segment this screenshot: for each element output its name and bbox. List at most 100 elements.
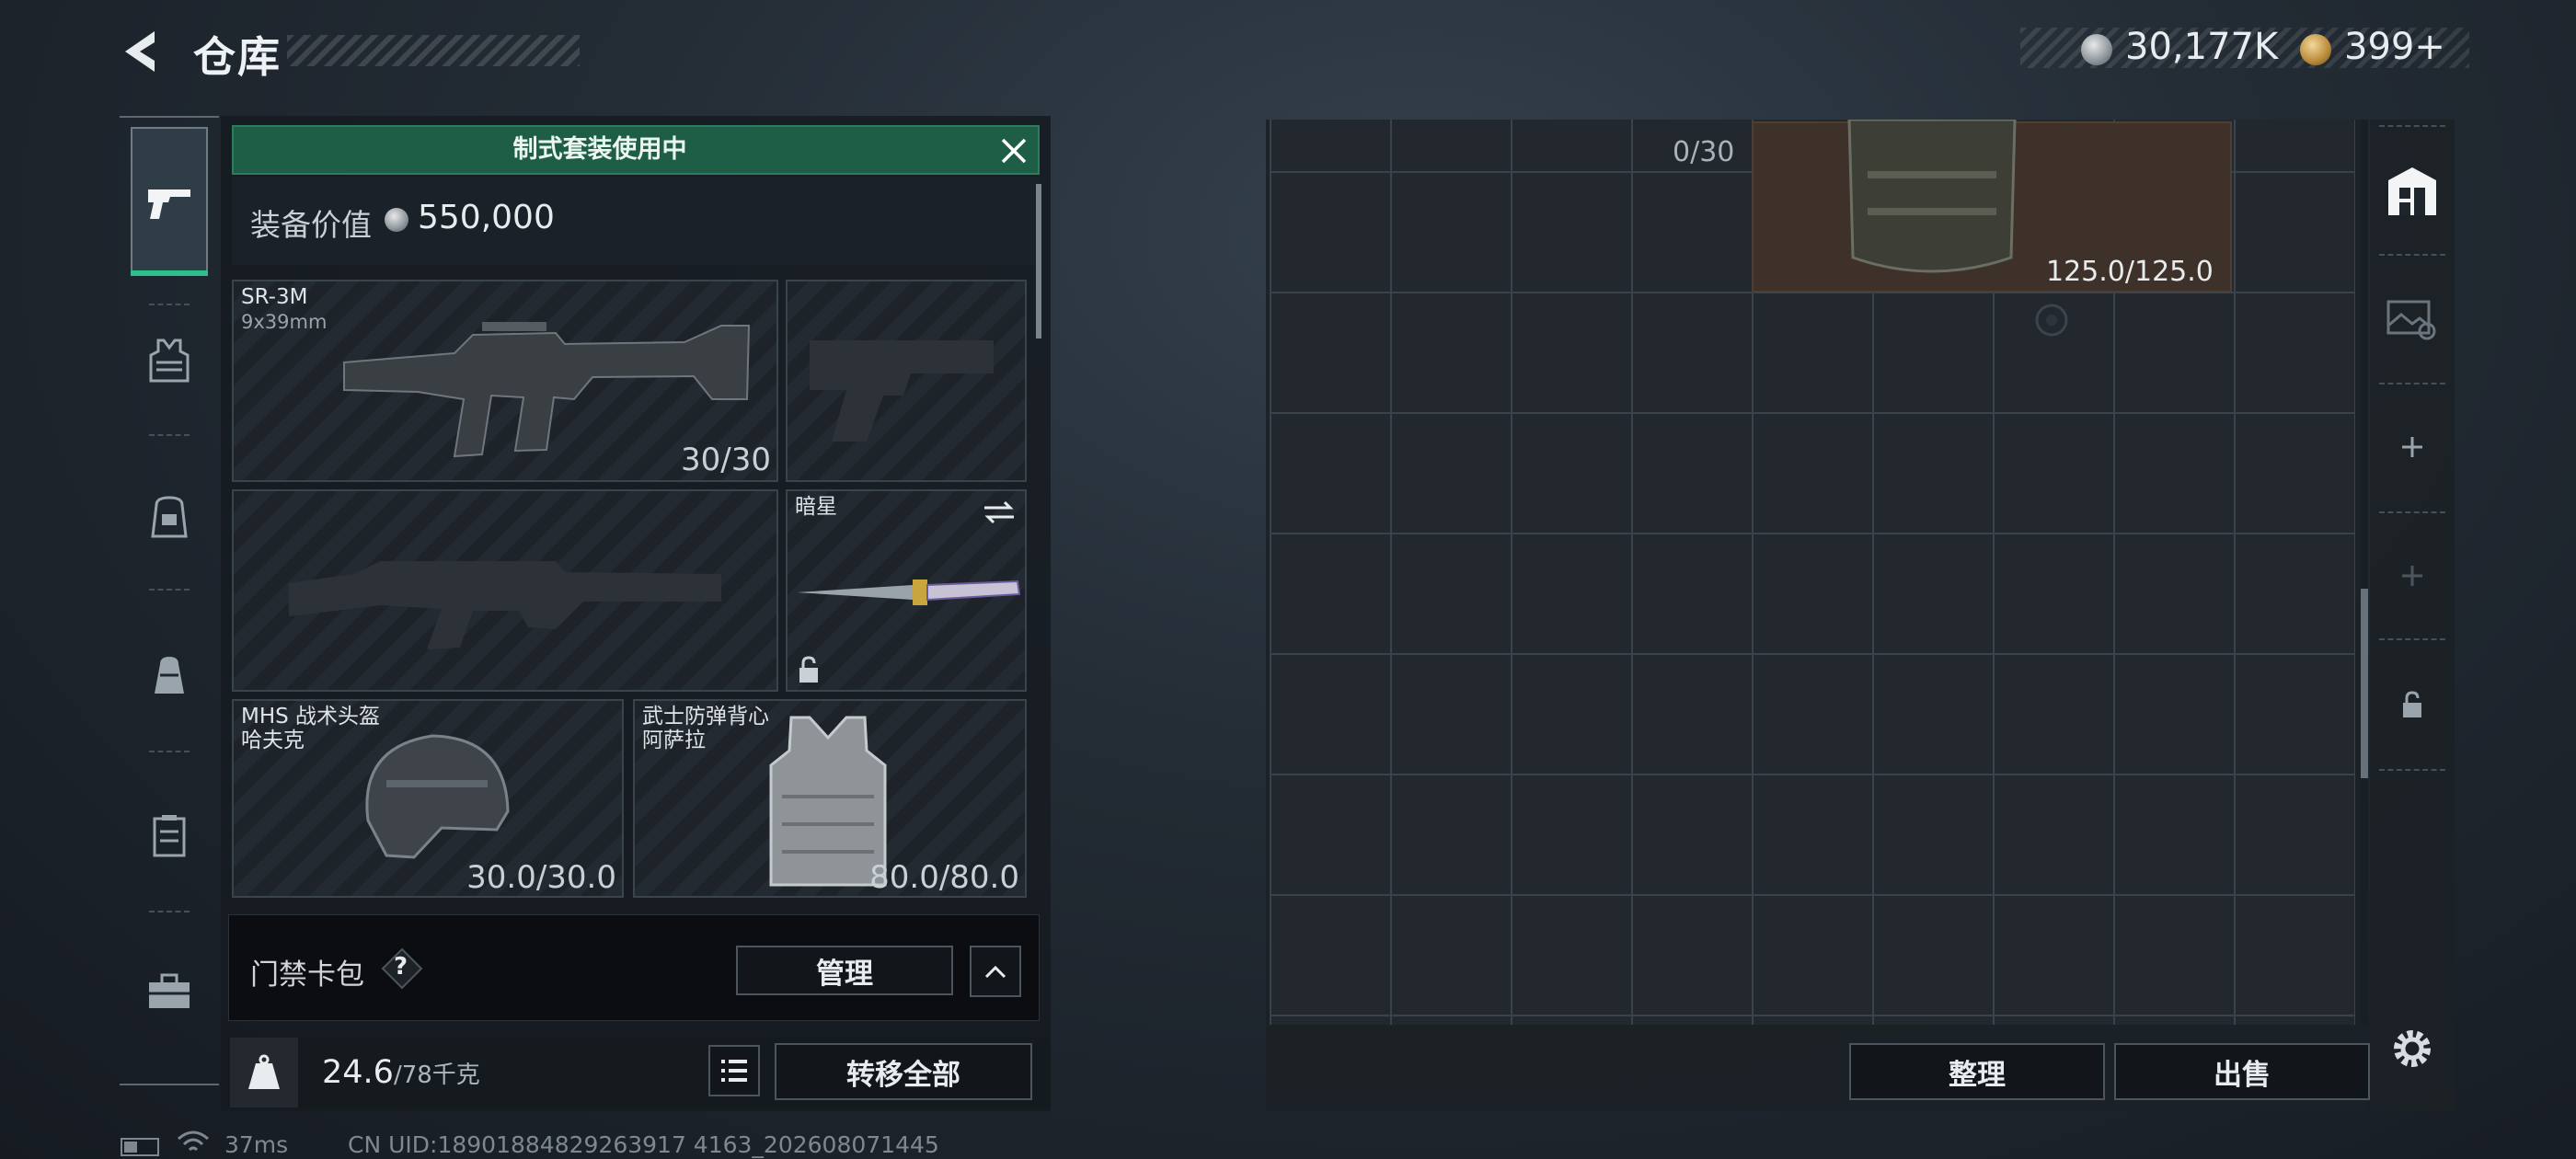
backpack-icon bbox=[155, 657, 184, 694]
preset-loadout-banner-text: 制式套装使用中 bbox=[512, 135, 687, 164]
sort-button[interactable]: 整理 bbox=[1849, 1043, 2105, 1100]
carry-weight-max: /78千克 bbox=[393, 1061, 480, 1089]
sell-button[interactable]: 出售 bbox=[2114, 1043, 2370, 1100]
manage-button[interactable]: 管理 bbox=[736, 946, 953, 995]
primary-weapon-ammo: 30/30 bbox=[681, 442, 771, 478]
silver-coin-icon bbox=[385, 208, 408, 232]
storage-item-count: 0/30 bbox=[1673, 136, 1735, 168]
help-button[interactable]: ? bbox=[381, 947, 423, 990]
wifi-icon bbox=[178, 1130, 209, 1152]
transfer-all-button[interactable]: 转移全部 bbox=[775, 1043, 1032, 1100]
collapse-button[interactable] bbox=[970, 946, 1021, 997]
gold-coin-icon bbox=[2300, 34, 2331, 65]
list-view-button[interactable] bbox=[708, 1045, 760, 1096]
storage-scrollbar[interactable] bbox=[2361, 589, 2368, 778]
helmet-image bbox=[365, 734, 510, 859]
rail-divider bbox=[2379, 511, 2445, 513]
sidearm-slot[interactable] bbox=[786, 280, 1027, 482]
helmet-durability: 30.0/30.0 bbox=[466, 859, 616, 896]
nav-divider bbox=[149, 911, 190, 912]
briefcase-icon bbox=[149, 973, 190, 1008]
gear-icon bbox=[2394, 1030, 2431, 1067]
equipment-value-label: 装备价值 bbox=[250, 207, 372, 243]
storage-tab-add-disabled[interactable] bbox=[2379, 543, 2445, 609]
nav-item-backpack[interactable] bbox=[131, 637, 208, 714]
helmet-slot[interactable]: MHS 战术头盔 哈夫克 30.0/30.0 bbox=[232, 699, 624, 898]
rail-divider bbox=[2379, 769, 2445, 771]
armor-variant: 阿萨拉 bbox=[642, 729, 706, 752]
nav-divider bbox=[149, 751, 190, 752]
backpack-rig-icon bbox=[151, 496, 188, 538]
primary-weapon-caliber: 9x39mm bbox=[241, 311, 328, 333]
storage-item-durability: 125.0/125.0 bbox=[2046, 256, 2214, 288]
nav-divider bbox=[149, 589, 190, 591]
battery-icon bbox=[121, 1138, 159, 1156]
rail-divider bbox=[2379, 638, 2445, 640]
pistol-icon bbox=[148, 189, 190, 219]
storage-tab-icon bbox=[2388, 167, 2436, 215]
rail-divider bbox=[2379, 383, 2445, 384]
nav-item-rig[interactable] bbox=[131, 478, 208, 556]
crosshair-decoration-icon bbox=[2035, 304, 2068, 337]
help-glyph: ? bbox=[394, 953, 408, 981]
swap-icon[interactable] bbox=[981, 499, 1018, 526]
storage-tab-locked[interactable] bbox=[2379, 671, 2445, 738]
nav-divider bbox=[149, 434, 190, 436]
back-arrow-icon bbox=[125, 31, 155, 72]
settings-button[interactable] bbox=[2386, 1023, 2438, 1074]
lock-icon bbox=[799, 656, 818, 683]
list-icon bbox=[721, 1060, 747, 1082]
add-tab-disabled-icon bbox=[2402, 566, 2422, 586]
storage-vest-image bbox=[1847, 120, 2017, 273]
rail-divider bbox=[2379, 254, 2445, 256]
nav-active-indicator bbox=[131, 270, 208, 276]
rifle-placeholder-icon bbox=[289, 561, 721, 649]
silver-currency-amount: 30,177K bbox=[2125, 26, 2279, 68]
helmet-variant: 哈夫克 bbox=[241, 729, 305, 752]
nav-item-container[interactable] bbox=[131, 797, 208, 874]
storage-tab-add[interactable] bbox=[2379, 414, 2445, 480]
melee-name: 暗星 bbox=[795, 495, 837, 519]
container-icon bbox=[153, 815, 186, 857]
storage-scroll-track bbox=[2361, 120, 2368, 1025]
secondary-weapon-slot[interactable] bbox=[232, 489, 778, 692]
nav-item-weapons[interactable] bbox=[131, 164, 208, 241]
nav-divider bbox=[149, 304, 190, 305]
melee-slot[interactable]: 暗星 bbox=[786, 489, 1027, 692]
vest-icon bbox=[149, 339, 190, 383]
silver-coin-icon bbox=[2081, 34, 2112, 65]
close-icon bbox=[1001, 138, 1027, 164]
storage-tabs-rail bbox=[2370, 120, 2455, 1111]
loadout-scrollbar[interactable] bbox=[1036, 184, 1041, 339]
kg-weight-icon bbox=[248, 1054, 280, 1089]
carry-weight-current: 24.6 bbox=[322, 1054, 394, 1091]
storage-tab-main[interactable] bbox=[2379, 158, 2445, 224]
gold-currency-amount[interactable]: 399+ bbox=[2344, 26, 2445, 68]
uid-readout: CN UID:18901884829263917 4163_2026080714… bbox=[348, 1131, 939, 1158]
gallery-tab-icon bbox=[2386, 300, 2436, 340]
armor-name: 武士防弹背心 bbox=[642, 705, 769, 729]
ping-readout: 37ms bbox=[224, 1131, 289, 1158]
armor-durability: 80.0/80.0 bbox=[869, 859, 1019, 896]
weight-icon-box bbox=[230, 1038, 298, 1107]
knife-image bbox=[797, 580, 1021, 605]
keycard-pack-label: 门禁卡包 bbox=[250, 958, 364, 992]
carry-weight: 24.6/78千克 bbox=[322, 1054, 480, 1091]
nav-item-toolbox[interactable] bbox=[131, 953, 208, 1030]
helmet-name: MHS 战术头盔 bbox=[241, 705, 381, 729]
nav-item-armor[interactable] bbox=[131, 322, 208, 399]
page-title: 仓库 bbox=[193, 32, 282, 82]
lock-tab-icon bbox=[2403, 691, 2421, 717]
chevron-up-icon bbox=[984, 965, 1006, 979]
primary-weapon-slot[interactable]: SR-3M 9x39mm 30/30 bbox=[232, 280, 778, 482]
rail-divider bbox=[2379, 125, 2445, 127]
add-tab-icon bbox=[2402, 437, 2422, 457]
banner-close-button[interactable] bbox=[995, 132, 1032, 169]
storage-tab-gallery[interactable] bbox=[2379, 285, 2445, 351]
primary-weapon-name: SR-3M bbox=[241, 285, 308, 309]
title-decoration bbox=[287, 35, 580, 66]
equipment-value-amount: 550,000 bbox=[418, 199, 555, 236]
armor-slot[interactable]: 武士防弹背心 阿萨拉 80.0/80.0 bbox=[633, 699, 1027, 898]
back-button[interactable] bbox=[118, 28, 164, 75]
pistol-placeholder-icon bbox=[810, 340, 994, 442]
